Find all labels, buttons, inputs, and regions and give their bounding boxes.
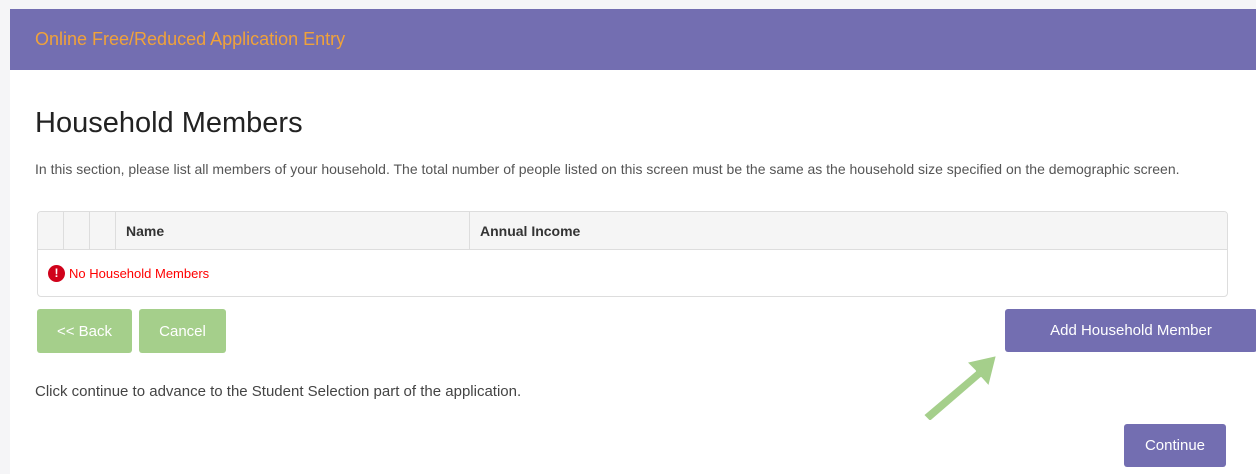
app-title: Online Free/Reduced Application Entry [35,29,346,49]
add-household-member-button[interactable]: Add Household Member [1005,309,1256,352]
continue-hint-text: Click continue to advance to the Student… [35,383,522,400]
empty-table-message: ! No Household Members [38,250,1227,296]
table-header: Name Annual Income [38,212,1227,250]
app-header: Online Free/Reduced Application Entry [10,9,1256,70]
cancel-button[interactable]: Cancel [139,309,226,353]
page-title: Household Members [35,107,303,139]
continue-button[interactable]: Continue [1124,424,1226,467]
application-panel: Online Free/Reduced Application Entry Ho… [10,9,1256,474]
empty-message-text: No Household Members [69,265,210,281]
column-header-delete [90,212,116,249]
column-header-edit [64,212,90,249]
column-header-name[interactable]: Name [116,212,470,249]
column-header-annual-income[interactable]: Annual Income [470,212,1227,249]
column-header-select [38,212,64,249]
intro-text: In this section, please list all members… [35,161,1180,177]
household-members-table: Name Annual Income ! No Household Member… [37,211,1228,297]
pointer-arrow-icon [922,354,998,420]
back-button[interactable]: << Back [37,309,132,353]
alert-circle-icon: ! [48,264,65,282]
